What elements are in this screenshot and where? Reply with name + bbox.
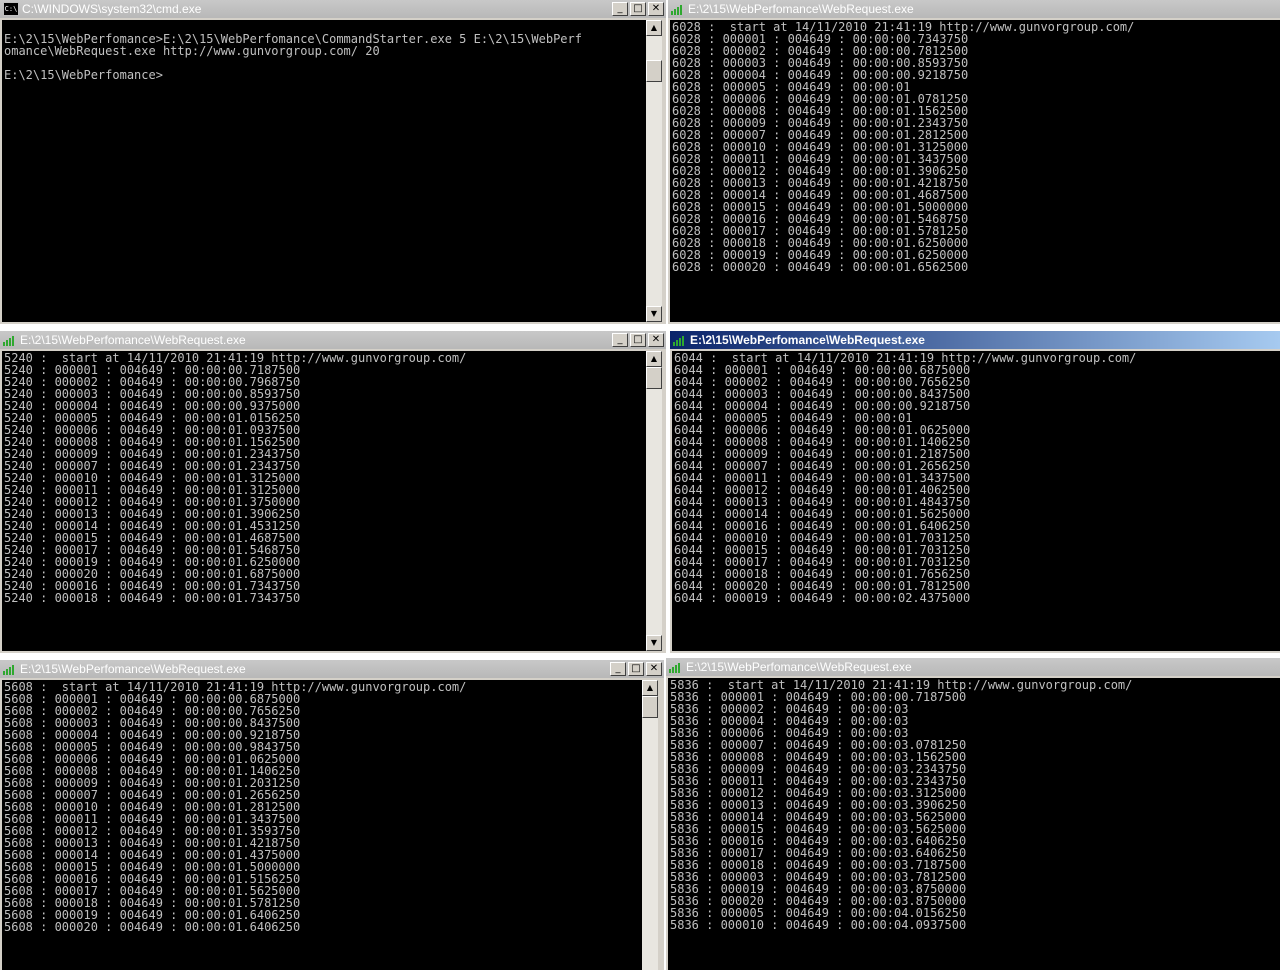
maximize-button[interactable]: □ (628, 662, 644, 676)
console-output: 5836 : start at 14/11/2010 21:41:19 http… (668, 678, 1280, 970)
scroll-up-arrow-icon[interactable]: ▲ (646, 351, 662, 367)
webrequest-window-titlebar[interactable]: E:\2\15\WebPerfomance\WebRequest.exe _ □… (0, 331, 666, 349)
webrequest-window-titlebar[interactable]: E:\2\15\WebPerfomance\WebRequest.exe _ □… (0, 660, 664, 678)
webrequest-window-5608[interactable]: E:\2\15\WebPerfomance\WebRequest.exe _ □… (0, 660, 664, 970)
webrequest-window-5240[interactable]: E:\2\15\WebPerfomance\WebRequest.exe _ □… (0, 331, 666, 653)
scroll-down-arrow-icon[interactable]: ▼ (646, 306, 662, 322)
webrequest-window-titlebar[interactable]: E:\2\15\WebPerfomance\WebRequest.exe (668, 0, 1280, 18)
console-output: 6028 : start at 14/11/2010 21:41:19 http… (670, 20, 1280, 322)
window-title: C:\WINDOWS\system32\cmd.exe (22, 2, 202, 16)
scroll-down-arrow-icon[interactable]: ▼ (646, 635, 662, 651)
console-line: 6028 : 000020 : 004649 : 00:00:01.656250… (672, 260, 969, 274)
vertical-scrollbar[interactable]: ▲ (642, 680, 658, 970)
scroll-thumb[interactable] (646, 367, 662, 389)
maximize-button[interactable]: □ (630, 2, 646, 16)
cmd-app-icon: C:\ (3, 2, 19, 16)
vertical-scrollbar[interactable]: ▲ ▼ (646, 351, 662, 651)
signal-bars-icon (669, 661, 683, 673)
minimize-button[interactable]: _ (612, 333, 628, 347)
scroll-thumb[interactable] (646, 60, 662, 82)
console-line: 5608 : 000020 : 004649 : 00:00:01.640625… (4, 920, 301, 934)
close-button[interactable]: ✕ (648, 333, 664, 347)
signal-bars-icon (3, 334, 17, 346)
window-title: E:\2\15\WebPerfomance\WebRequest.exe (690, 333, 925, 347)
webrequest-window-5836[interactable]: E:\2\15\WebPerfomance\WebRequest.exe 583… (666, 658, 1280, 970)
console-output: 5240 : start at 14/11/2010 21:41:19 http… (2, 351, 646, 651)
minimize-button[interactable]: _ (612, 2, 628, 16)
signal-bars-icon (673, 334, 687, 346)
console-line: E:\2\15\WebPerfomance> (4, 68, 163, 82)
console-output: 6044 : start at 14/11/2010 21:41:19 http… (672, 351, 1280, 651)
close-button[interactable]: ✕ (646, 662, 662, 676)
console-lines: 6044 : start at 14/11/2010 21:41:19 http… (674, 352, 1280, 604)
window-title: E:\2\15\WebPerfomance\WebRequest.exe (686, 660, 912, 674)
scroll-up-arrow-icon[interactable]: ▲ (646, 20, 662, 36)
console-lines: 5836 : start at 14/11/2010 21:41:19 http… (670, 679, 1280, 931)
window-title: E:\2\15\WebPerfomance\WebRequest.exe (20, 662, 246, 676)
webrequest-window-6028[interactable]: E:\2\15\WebPerfomance\WebRequest.exe 602… (668, 0, 1280, 324)
window-title: E:\2\15\WebPerfomance\WebRequest.exe (688, 2, 914, 16)
console-line: 6044 : 000019 : 004649 : 00:00:02.437500… (674, 591, 971, 605)
console-line: omance\WebRequest.exe http://www.gunvorg… (4, 44, 380, 58)
console-line: 5240 : 000018 : 004649 : 00:00:01.734375… (4, 591, 301, 605)
console-lines: 5240 : start at 14/11/2010 21:41:19 http… (4, 352, 646, 604)
cmd-window-titlebar[interactable]: C:\ C:\WINDOWS\system32\cmd.exe _ □ ✕ (0, 0, 666, 18)
close-button[interactable]: ✕ (648, 2, 664, 16)
minimize-button[interactable]: _ (610, 662, 626, 676)
vertical-scrollbar[interactable]: ▲ ▼ (646, 20, 662, 322)
console-lines: 5608 : start at 14/11/2010 21:41:19 http… (4, 681, 642, 933)
console-output: E:\2\15\WebPerfomance>E:\2\15\WebPerfoma… (2, 20, 646, 322)
scroll-thumb[interactable] (642, 696, 658, 718)
signal-bars-icon (3, 663, 17, 675)
webrequest-window-titlebar[interactable]: E:\2\15\WebPerfomance\WebRequest.exe (666, 658, 1280, 676)
webrequest-window-6044[interactable]: E:\2\15\WebPerfomance\WebRequest.exe 604… (670, 331, 1280, 653)
maximize-button[interactable]: □ (630, 333, 646, 347)
window-title: E:\2\15\WebPerfomance\WebRequest.exe (20, 333, 246, 347)
console-lines: 6028 : start at 14/11/2010 21:41:19 http… (672, 21, 1280, 273)
console-output: 5608 : start at 14/11/2010 21:41:19 http… (2, 680, 642, 970)
scroll-up-arrow-icon[interactable]: ▲ (642, 680, 658, 696)
cmd-window[interactable]: C:\ C:\WINDOWS\system32\cmd.exe _ □ ✕ E:… (0, 0, 666, 324)
console-line: 5836 : 000010 : 004649 : 00:00:04.093750… (670, 918, 967, 932)
signal-bars-icon (671, 3, 685, 15)
webrequest-window-titlebar[interactable]: E:\2\15\WebPerfomance\WebRequest.exe (670, 331, 1280, 349)
console-lines: E:\2\15\WebPerfomance>E:\2\15\WebPerfoma… (4, 21, 646, 81)
